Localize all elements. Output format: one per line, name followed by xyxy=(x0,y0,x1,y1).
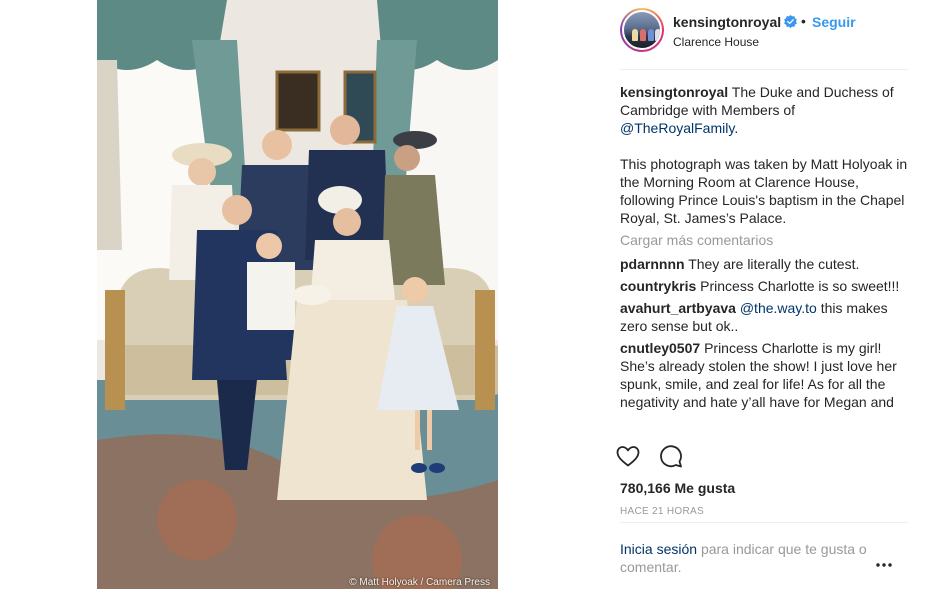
comment-username[interactable]: countrykris xyxy=(620,278,696,294)
list-item: avahurt_artbyava @the.way.to this makes … xyxy=(620,299,910,335)
header-divider xyxy=(620,69,908,70)
follow-button[interactable]: Seguir xyxy=(812,14,856,30)
login-link[interactable]: Inicia sesión xyxy=(620,541,697,557)
heart-icon[interactable] xyxy=(614,442,642,470)
comment-text: Princess Charlotte is so sweet!!! xyxy=(700,278,900,294)
comment-text: They are literally the cutest. xyxy=(688,256,860,272)
list-item: cnutley0507 Princess Charlotte is my gir… xyxy=(620,339,910,411)
comment-bubble-icon[interactable] xyxy=(657,442,685,470)
list-item: pdarnnnn They are literally the cutest. xyxy=(620,255,910,273)
comment-username[interactable]: cnutley0507 xyxy=(620,340,700,356)
comment-username[interactable]: avahurt_artbyava xyxy=(620,300,736,316)
list-item: countrykris Princess Charlotte is so swe… xyxy=(620,277,910,295)
header-separator: • xyxy=(801,13,806,29)
family-portrait-image xyxy=(97,0,498,589)
post-caption: kensingtonroyal The Duke and Duchess of … xyxy=(620,83,910,227)
footer-divider xyxy=(620,522,908,523)
post-timestamp[interactable]: HACE 21 HORAS xyxy=(620,506,704,517)
post-photo[interactable]: © Matt Holyoak / Camera Press xyxy=(97,0,498,589)
caption-text-2: This photograph was taken by Matt Holyoa… xyxy=(620,156,908,226)
caption-mention[interactable]: @TheRoyalFamily xyxy=(620,120,734,136)
load-more-comments-button[interactable]: Cargar más comentarios xyxy=(620,231,910,249)
comment-username[interactable]: pdarnnnn xyxy=(620,256,685,272)
royal-avatar-icon[interactable] xyxy=(620,8,664,52)
caption-text-end: . xyxy=(734,120,739,136)
header-username[interactable]: kensingtonroyal xyxy=(673,14,781,30)
comment-mention[interactable]: @the.way.to xyxy=(740,300,817,316)
post-actions xyxy=(614,442,734,472)
more-dots-icon[interactable] xyxy=(875,561,893,569)
verified-badge-icon xyxy=(784,15,797,28)
login-prompt: Inicia sesión para indicar que te gusta … xyxy=(620,540,880,576)
caption-username[interactable]: kensingtonroyal xyxy=(620,84,728,100)
post-header: kensingtonroyal • Seguir Clarence House xyxy=(620,8,910,54)
location-link[interactable]: Clarence House xyxy=(673,35,759,49)
comments-list[interactable]: kensingtonroyal The Duke and Duchess of … xyxy=(620,83,910,433)
photo-credit: © Matt Holyoak / Camera Press xyxy=(349,577,490,588)
likes-count[interactable]: 780,166 Me gusta xyxy=(620,480,735,496)
